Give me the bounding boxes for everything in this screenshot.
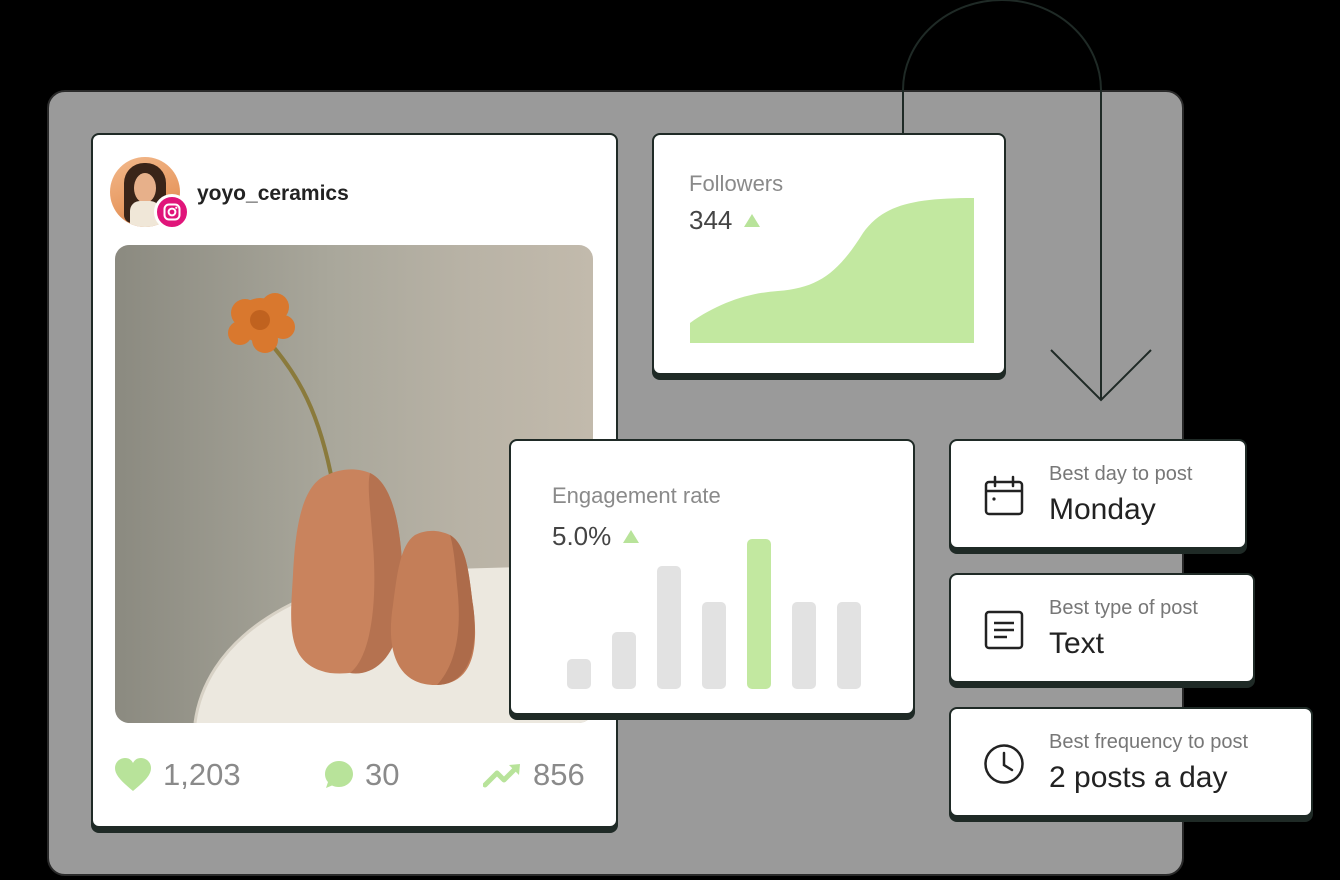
engagement-bar [657, 566, 681, 689]
best-type-card[interactable]: Best type of post Text [949, 573, 1255, 683]
engagement-bar [792, 602, 816, 689]
engagement-bar [612, 632, 636, 689]
best-frequency-card[interactable]: Best frequency to post 2 posts a day [949, 707, 1313, 817]
comments-stat[interactable]: 30 [323, 755, 399, 795]
heart-icon [115, 758, 151, 791]
best-day-value: Monday [1049, 493, 1156, 526]
comments-count: 30 [365, 757, 400, 792]
username[interactable]: yoyo_ceramics [197, 182, 349, 206]
calendar-icon [984, 475, 1024, 516]
trending-up-icon [483, 764, 520, 788]
followers-card[interactable]: Followers 344 [652, 133, 1006, 375]
engagement-title: Engagement rate [552, 483, 721, 508]
best-type-value: Text [1049, 627, 1105, 660]
comment-icon [325, 761, 353, 788]
likes-count: 1,203 [163, 757, 241, 792]
document-icon [984, 610, 1024, 650]
post-stats: 1,203 30 856 [113, 755, 593, 795]
best-day-card[interactable]: Best day to post Monday [949, 439, 1247, 549]
reach-stat[interactable]: 856 [483, 755, 585, 795]
reach-count: 856 [533, 757, 585, 792]
followers-area-chart [690, 198, 974, 343]
engagement-bar [567, 659, 591, 689]
engagement-bar-chart [567, 539, 861, 689]
engagement-bar [747, 539, 771, 689]
engagement-bar [702, 602, 726, 689]
best-frequency-value: 2 posts a day [1049, 761, 1228, 794]
best-frequency-label: Best frequency to post [1049, 731, 1249, 753]
best-day-label: Best day to post [1049, 463, 1193, 485]
likes-stat[interactable]: 1,203 [113, 755, 241, 795]
clock-icon [984, 744, 1024, 784]
best-type-label: Best type of post [1049, 597, 1198, 619]
instagram-icon [154, 194, 190, 230]
engagement-card[interactable]: Engagement rate 5.0% [509, 439, 915, 715]
engagement-bar [837, 602, 861, 689]
